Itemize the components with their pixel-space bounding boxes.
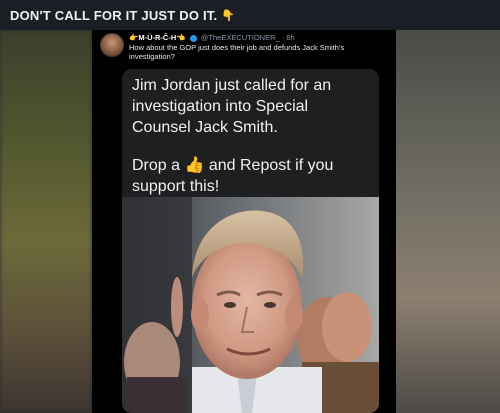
avatar[interactable] xyxy=(100,33,124,57)
blurred-background-left xyxy=(0,30,92,413)
pointing-down-icon: 👇 xyxy=(221,9,236,22)
media-caption: Jim Jordan just called for an investigat… xyxy=(122,69,379,197)
news-photo xyxy=(122,197,379,413)
tweet-time: · 8h xyxy=(281,33,295,42)
tweet-media-card[interactable]: Jim Jordan just called for an investigat… xyxy=(122,69,379,413)
post-title-bar: DON'T CALL FOR IT JUST DO IT. 👇 xyxy=(0,0,500,30)
caption-prefix: Drop a xyxy=(132,157,181,174)
image-stage: 👉M-Ü-R-Č-H👈 @TheEXECUTIONER_ · 8h How ab… xyxy=(0,30,500,413)
tweet-text: How about the GOP just does their job an… xyxy=(129,43,345,61)
tweet-author-handle[interactable]: @TheEXECUTIONER_ xyxy=(201,33,280,42)
caption-line-1: Jim Jordan just called for an investigat… xyxy=(132,77,332,136)
tweet-screenshot[interactable]: 👉M-Ü-R-Č-H👈 @TheEXECUTIONER_ · 8h How ab… xyxy=(92,30,396,413)
post-title: DON'T CALL FOR IT JUST DO IT. xyxy=(10,7,218,23)
tweet-meta: 👉M-Ü-R-Č-H👈 @TheEXECUTIONER_ · 8h xyxy=(129,33,390,42)
tweet-header: 👉M-Ü-R-Č-H👈 @TheEXECUTIONER_ · 8h How ab… xyxy=(100,33,390,65)
thumbs-up-icon: 👍 xyxy=(184,157,205,174)
caption-line-2: Drop a 👍 and Repost if you support this! xyxy=(132,155,369,197)
blurred-background-right xyxy=(396,30,500,413)
verified-badge-icon xyxy=(189,34,197,42)
tweet-author-name[interactable]: 👉M-Ü-R-Č-H👈 xyxy=(129,33,186,42)
